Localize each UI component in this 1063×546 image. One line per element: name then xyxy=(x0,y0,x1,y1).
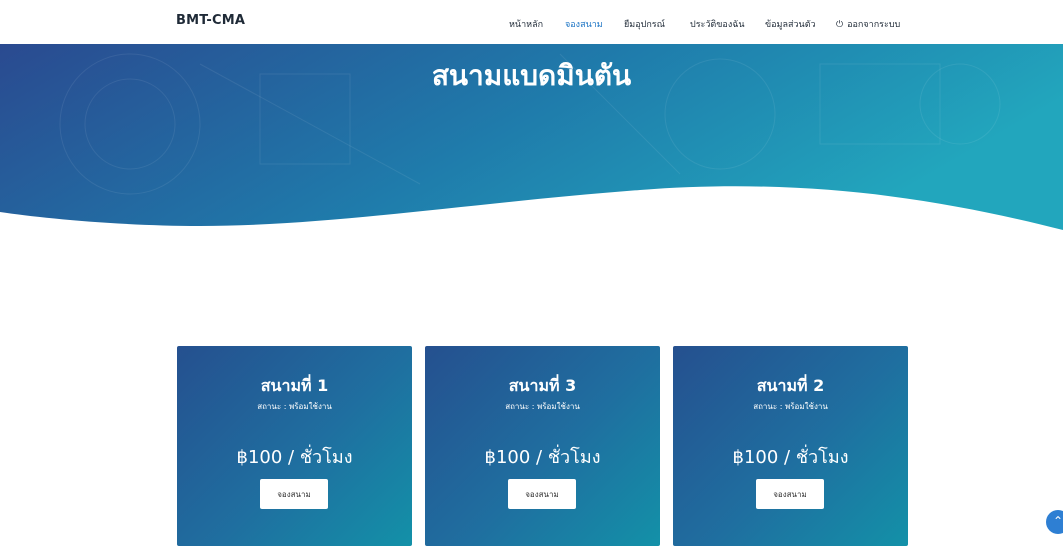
court-card: สนามที่ 1 สถานะ : พร้อมใช้งาน ฿100 / ชั่… xyxy=(177,346,412,546)
court-price: ฿100 / ชั่วโมง xyxy=(236,447,353,468)
chevron-up-icon: ⌃ xyxy=(1052,514,1063,528)
nav-item-borrow-equipment[interactable]: ยืมอุปกรณ์ xyxy=(624,17,665,31)
court-name: สนามที่ 1 xyxy=(260,376,329,395)
court-price: ฿100 / ชั่วโมง xyxy=(732,447,849,468)
nav-item-profile[interactable]: ข้อมูลส่วนตัว xyxy=(765,17,816,31)
navbar: BMT-CMA หน้าหลัก จองสนาม ยืมอุปกรณ์ ประว… xyxy=(0,0,1063,44)
brand-logo[interactable]: BMT-CMA xyxy=(176,13,245,28)
nav-item-history[interactable]: ประวัติของฉัน xyxy=(690,17,745,31)
court-card: สนามที่ 2 สถานะ : พร้อมใช้งาน ฿100 / ชั่… xyxy=(673,346,908,546)
court-card: สนามที่ 3 สถานะ : พร้อมใช้งาน ฿100 / ชั่… xyxy=(425,346,660,546)
court-name: สนามที่ 2 xyxy=(756,376,825,395)
nav-item-home[interactable]: หน้าหลัก xyxy=(509,17,543,31)
nav-item-logout[interactable]: ⏻ ออกจากระบบ xyxy=(836,17,900,31)
hero-banner: สนามแบดมินตัน xyxy=(0,44,1063,244)
book-court-button[interactable]: จองสนาม xyxy=(756,479,824,509)
book-court-button[interactable]: จองสนาม xyxy=(260,479,328,509)
power-icon: ⏻ xyxy=(836,20,844,30)
court-name: สนามที่ 3 xyxy=(508,376,577,395)
court-status: สถานะ : พร้อมใช้งาน xyxy=(753,402,828,411)
page-title: สนามแบดมินตัน xyxy=(431,59,632,92)
book-court-button[interactable]: จองสนาม xyxy=(508,479,576,509)
nav-item-logout-label: ออกจากระบบ xyxy=(847,20,901,30)
scroll-top-button[interactable]: ⌃ xyxy=(1046,510,1063,534)
court-status: สถานะ : พร้อมใช้งาน xyxy=(505,402,580,411)
court-status: สถานะ : พร้อมใช้งาน xyxy=(257,402,332,411)
nav-item-book-court[interactable]: จองสนาม xyxy=(565,17,603,31)
court-price: ฿100 / ชั่วโมง xyxy=(484,447,601,468)
